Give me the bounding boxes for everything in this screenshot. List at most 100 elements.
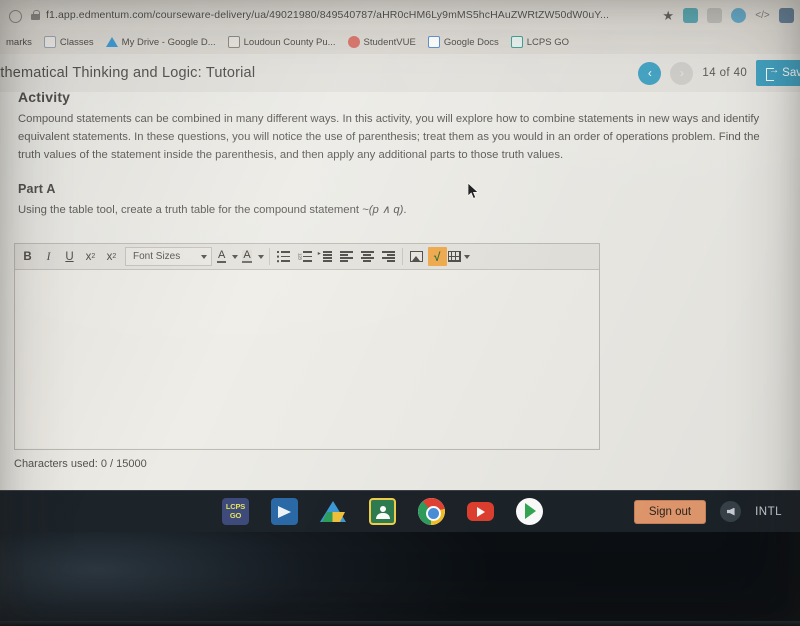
insert-table-button[interactable] bbox=[447, 246, 470, 267]
align-left-icon bbox=[339, 251, 353, 262]
mouse-cursor-icon bbox=[468, 183, 479, 199]
insert-table-icon bbox=[447, 251, 461, 262]
insert-image-icon bbox=[409, 251, 423, 262]
bookmark-label-google-docs: Google Docs bbox=[443, 36, 499, 48]
shelf-app-blue-app[interactable] bbox=[271, 498, 298, 525]
library-icon bbox=[227, 36, 240, 48]
shelf-app-google-drive[interactable] bbox=[320, 498, 347, 525]
lesson-nav-controls: ‹ › 14 of 40 Sav bbox=[638, 60, 800, 86]
highlight-color-button[interactable]: A bbox=[240, 246, 265, 267]
superscript-button[interactable]: x2 bbox=[80, 246, 101, 267]
studentvue-icon bbox=[347, 36, 360, 48]
highlight-color-glyph: A bbox=[242, 249, 252, 263]
editor-text-area[interactable] bbox=[15, 270, 599, 448]
part-a-heading: Part A bbox=[18, 181, 56, 196]
font-sizes-dropdown[interactable]: Font Sizes bbox=[125, 247, 212, 266]
edmentum-courseware-page: athematical Thinking and Logic: Tutorial… bbox=[0, 54, 800, 490]
extension-icon-3[interactable] bbox=[731, 7, 746, 23]
text-color-button[interactable]: A bbox=[215, 246, 240, 267]
lesson-header-bar: athematical Thinking and Logic: Tutorial… bbox=[0, 54, 800, 92]
italic-button[interactable]: I bbox=[38, 246, 59, 267]
bold-button[interactable]: B bbox=[17, 246, 38, 267]
bookmark-item-google-docs[interactable]: Google Docs bbox=[424, 34, 503, 50]
bookmark-item-classes[interactable]: Classes bbox=[40, 34, 98, 50]
text-color-glyph: A bbox=[217, 249, 227, 263]
extension-icon-2[interactable] bbox=[707, 7, 722, 23]
bookmark-label-lcps-go: LCPS GO bbox=[526, 36, 570, 48]
shelf-app-youtube[interactable] bbox=[467, 502, 494, 521]
bookmark-item-lcps-go[interactable]: LCPS GO bbox=[507, 34, 573, 50]
part-a-prompt-text: Using the table tool, create a truth tab… bbox=[18, 203, 363, 216]
extension-icon-1[interactable] bbox=[683, 7, 698, 23]
save-and-exit-button[interactable]: Sav bbox=[756, 60, 800, 86]
address-bar-url[interactable]: f1.app.edmentum.com/courseware-delivery/… bbox=[46, 9, 654, 21]
text-color-chevron-down-icon[interactable] bbox=[232, 254, 239, 259]
bookmarks-bar: marks Classes My Drive - Google D... Lou… bbox=[0, 30, 800, 54]
bookmark-label-studentvue: StudentVUE bbox=[363, 36, 416, 48]
chevron-down-icon bbox=[201, 254, 207, 259]
highlight-color-chevron-down-icon[interactable] bbox=[257, 254, 264, 259]
sign-out-button[interactable]: Sign out bbox=[633, 499, 707, 524]
bookmark-item-studentvue[interactable]: StudentVUE bbox=[344, 34, 420, 50]
rich-text-editor: B I U x2 x2 Font Sizes A A 123 ▸ √ bbox=[14, 243, 600, 450]
align-right-button[interactable] bbox=[378, 246, 399, 267]
insert-table-chevron-down-icon[interactable] bbox=[463, 254, 470, 259]
bookmark-star-icon[interactable]: ★ bbox=[662, 9, 674, 22]
page-counter: 14 of 40 bbox=[702, 67, 748, 79]
numbered-list-icon bbox=[297, 250, 312, 263]
font-sizes-label: Font Sizes bbox=[133, 251, 181, 262]
part-a-prompt: Using the table tool, create a truth tab… bbox=[18, 203, 782, 216]
toolbar-divider-2 bbox=[401, 248, 403, 265]
square-root-glyph: √ bbox=[433, 249, 441, 264]
insert-image-button[interactable] bbox=[406, 246, 427, 267]
bookmark-item-my-drive[interactable]: My Drive - Google D... bbox=[102, 34, 220, 50]
superscript-exponent: 2 bbox=[91, 253, 96, 260]
shelf-app-google-classroom[interactable] bbox=[369, 498, 396, 525]
part-a-prompt-period: . bbox=[403, 203, 407, 216]
underline-button[interactable]: U bbox=[59, 246, 80, 267]
keyboard-layout-label[interactable]: INTL bbox=[755, 506, 782, 518]
bookmark-label-my-drive: My Drive - Google D... bbox=[121, 36, 216, 48]
bookmark-label-classes: Classes bbox=[59, 36, 94, 48]
page-title: athematical Thinking and Logic: Tutorial bbox=[0, 65, 256, 81]
extension-icon-5[interactable] bbox=[779, 7, 794, 23]
indent-button[interactable] bbox=[315, 246, 336, 267]
toolbar-divider-1 bbox=[268, 248, 270, 265]
lock-icon[interactable] bbox=[30, 9, 41, 21]
extension-icon-4[interactable]: </> bbox=[755, 8, 770, 23]
google-drive-icon bbox=[105, 36, 118, 48]
previous-page-button[interactable]: ‹ bbox=[638, 61, 662, 85]
bookmark-folder-label: marks bbox=[6, 36, 32, 48]
shelf-app-list: LCPS GO bbox=[222, 498, 543, 525]
editor-toolbar: B I U x2 x2 Font Sizes A A 123 ▸ √ bbox=[15, 244, 599, 270]
align-left-button[interactable] bbox=[336, 246, 357, 267]
bookmark-item-bookmarks-folder[interactable]: marks bbox=[2, 35, 36, 50]
align-center-icon bbox=[360, 251, 374, 262]
shelf-app-google-chrome[interactable] bbox=[418, 498, 445, 525]
shelf-app-google-play[interactable] bbox=[516, 498, 543, 525]
photo-dark-foreground bbox=[0, 532, 800, 626]
subscript-index: 2 bbox=[112, 253, 117, 260]
classes-icon bbox=[43, 36, 56, 48]
bulleted-list-button[interactable] bbox=[273, 246, 294, 267]
chrome-browser-window: f1.app.edmentum.com/courseware-delivery/… bbox=[0, 0, 800, 490]
shelf-status-area: Sign out INTL bbox=[633, 499, 800, 524]
lcps-go-icon bbox=[510, 36, 523, 48]
bookmark-label-loudoun: Loudoun County Pu... bbox=[243, 36, 336, 48]
home-icon[interactable] bbox=[6, 6, 24, 24]
subscript-button[interactable]: x2 bbox=[101, 246, 122, 267]
activity-paragraph: Compound statements can be combined in m… bbox=[18, 113, 760, 161]
align-center-button[interactable] bbox=[357, 246, 378, 267]
square-root-icon: √ bbox=[427, 247, 447, 266]
indent-icon bbox=[318, 250, 332, 262]
omnibox-actions: ★ </> bbox=[654, 7, 794, 23]
bulleted-list-icon bbox=[276, 251, 290, 262]
numbered-list-button[interactable] bbox=[294, 246, 315, 267]
omnibox-toolbar: f1.app.edmentum.com/courseware-delivery/… bbox=[0, 0, 800, 30]
equation-button[interactable]: √ bbox=[427, 246, 448, 267]
volume-mute-icon[interactable] bbox=[720, 501, 742, 522]
shelf-app-lcps-go[interactable]: LCPS GO bbox=[222, 498, 249, 525]
character-count-label: Characters used: 0 / 15000 bbox=[14, 458, 147, 470]
google-docs-icon bbox=[427, 36, 440, 48]
bookmark-item-loudoun-county-public-library[interactable]: Loudoun County Pu... bbox=[224, 34, 340, 50]
